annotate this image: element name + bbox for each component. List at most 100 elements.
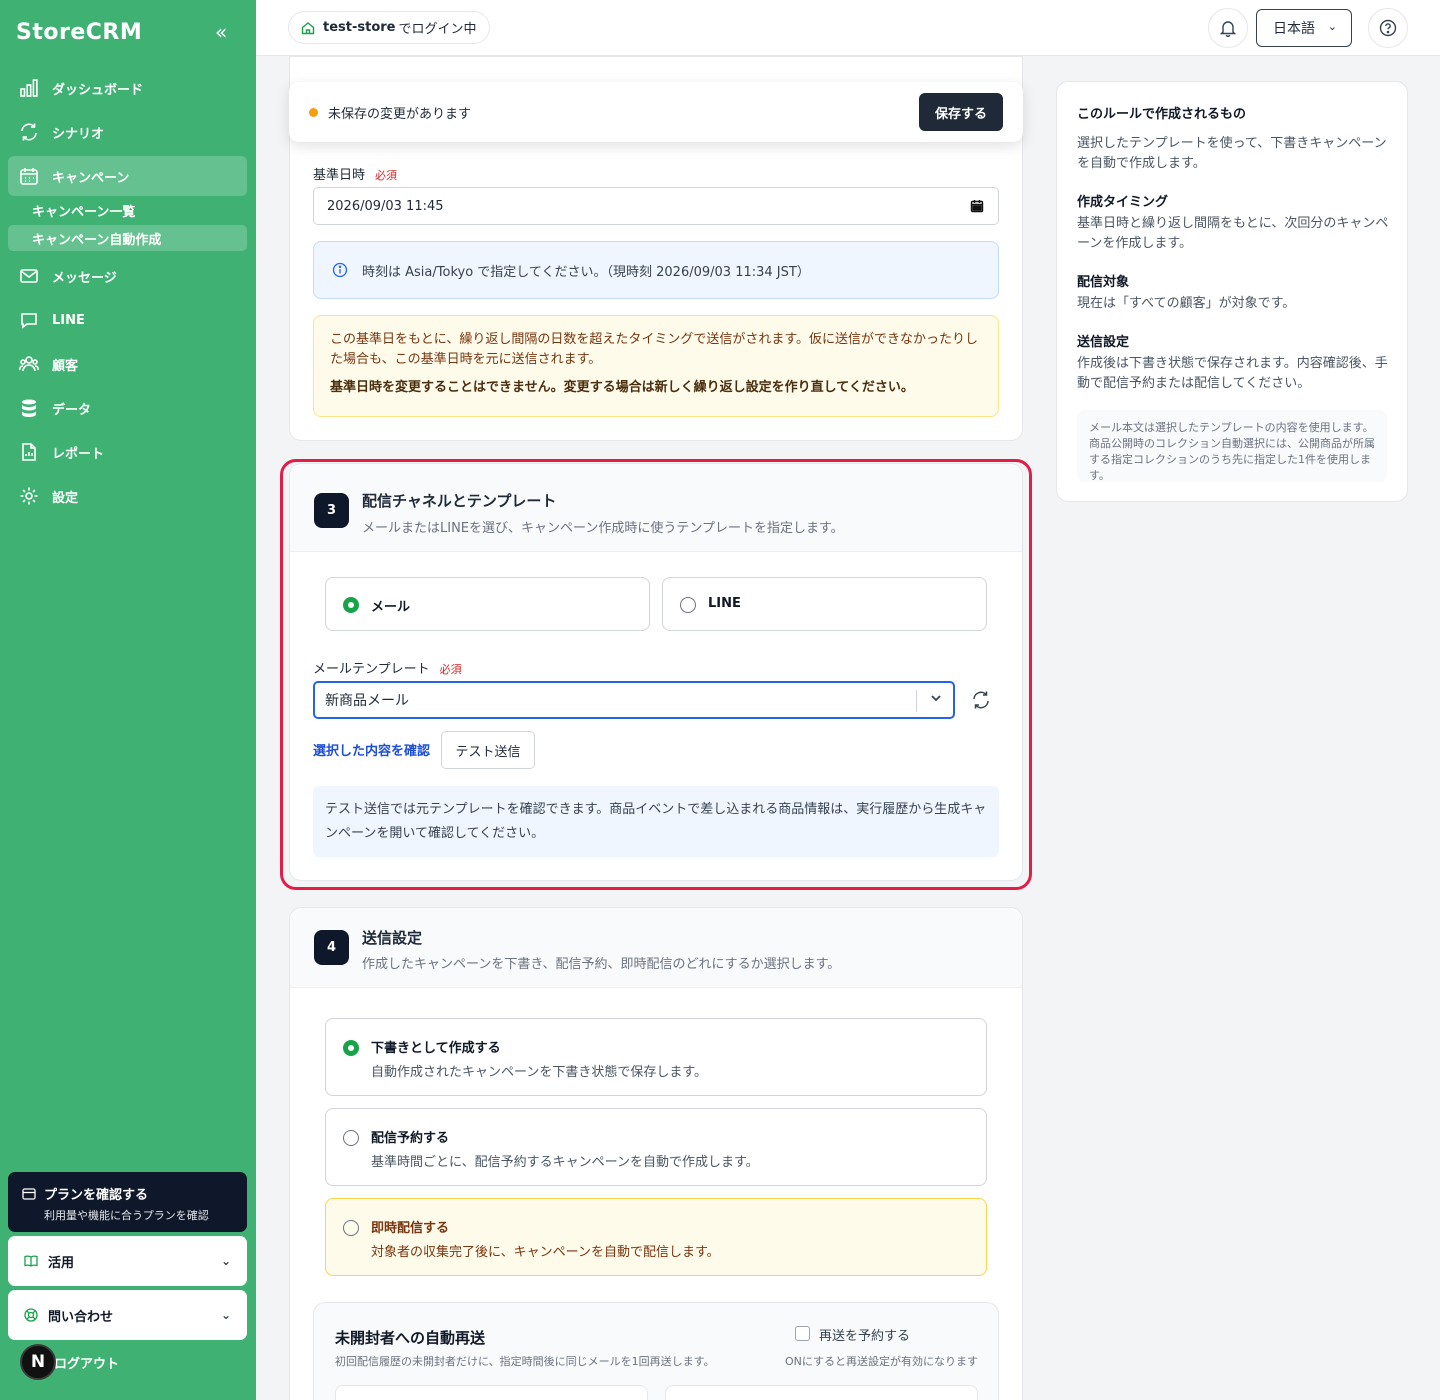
sidebar-item-report[interactable]: レポート: [8, 432, 247, 472]
sidebar-item-customers[interactable]: 顧客: [8, 344, 247, 384]
base-datetime-label-text: 基準日時: [313, 168, 366, 183]
sidebar-item-data[interactable]: データ: [8, 388, 247, 428]
send-option-immediate[interactable]: 即時配信する 対象者の収集完了後に、キャンペーンを自動で配信します。: [325, 1198, 987, 1276]
send-option-desc: 自動作成されたキャンペーンを下書き状態で保存します。: [371, 1065, 708, 1080]
summary-heading: このルールで作成されるもの: [1077, 107, 1247, 122]
template-label-text: メールテンプレート: [313, 662, 430, 677]
test-send-button[interactable]: テスト送信: [441, 731, 535, 769]
chevron-down-icon: ⌄: [1327, 20, 1337, 33]
calendar-icon[interactable]: [970, 199, 984, 213]
base-datetime-label: 基準日時 必須: [313, 164, 397, 183]
plan-title-row: プランを確認する: [22, 1184, 233, 1203]
logout-button[interactable]: N ログアウト: [20, 1344, 119, 1380]
accordion-label: 問い合わせ: [48, 1309, 114, 1325]
logout-label: ログアウト: [54, 1356, 120, 1372]
resend-checkbox-label[interactable]: 再送を予約する: [819, 1325, 910, 1344]
database-icon: [18, 397, 40, 419]
help-icon: [1379, 19, 1397, 37]
book-icon: [24, 1254, 38, 1268]
accordion-usage[interactable]: 活用 ⌄: [8, 1236, 247, 1286]
send-option-desc: 基準時間ごとに、配信予約するキャンペーンを自動で作成します。: [371, 1155, 759, 1170]
plan-title: プランを確認する: [44, 1188, 149, 1203]
summary-block-text: 基準日時と繰り返し間隔をもとに、次回分のキャンペーンを作成します。: [1077, 216, 1389, 251]
sidebar-subitem-campaign-auto[interactable]: キャンペーン自動作成: [8, 225, 247, 251]
sidebar-item-line[interactable]: LINE: [8, 300, 247, 340]
radio-line[interactable]: [680, 597, 696, 613]
confirm-selection-link[interactable]: 選択した内容を確認: [313, 740, 430, 759]
refresh-templates-icon[interactable]: [971, 690, 991, 710]
step-badge: 4: [314, 930, 349, 965]
app-logo[interactable]: StoreCRM: [16, 20, 142, 45]
save-button[interactable]: 保存する: [919, 93, 1003, 131]
chevron-down-icon[interactable]: [929, 691, 943, 708]
sidebar-item-settings[interactable]: 設定: [8, 476, 247, 516]
section-header: 3 配信チャネルとテンプレート メールまたはLINEを選び、キャンペーン作成時に…: [290, 464, 1022, 552]
topbar: test-store でログイン中 日本語 ⌄: [256, 0, 1440, 56]
store-name: test-store: [323, 20, 396, 35]
timezone-info: 時刻は Asia/Tokyo で指定してください。（現時刻 2026/09/03…: [313, 241, 999, 299]
step-badge: 3: [314, 493, 349, 528]
sidebar-item-dashboard[interactable]: ダッシュボード: [8, 68, 247, 108]
section-title: 送信設定: [362, 929, 423, 947]
template-label: メールテンプレート 必須: [313, 658, 462, 677]
template-select-value: 新商品メール: [325, 693, 409, 709]
summary-note: メール本文は選択したテンプレートの内容を使用します。商品公開時のコレクション自動…: [1077, 410, 1387, 482]
resend-checkbox[interactable]: [795, 1326, 810, 1341]
sidebar-item-label: キャンペーン: [52, 170, 130, 186]
sidebar: StoreCRM « ダッシュボード シナリオ キャンペーン キャンペーン一覧 …: [0, 0, 256, 1400]
users-icon: [18, 353, 40, 375]
unsaved-status: 未保存の変更があります: [328, 106, 472, 122]
sidebar-item-campaign[interactable]: キャンペーン: [8, 156, 247, 196]
radio-draft[interactable]: [343, 1040, 359, 1056]
send-option-draft[interactable]: 下書きとして作成する 自動作成されたキャンペーンを下書き状態で保存します。: [325, 1018, 987, 1096]
sidebar-item-message[interactable]: メッセージ: [8, 256, 247, 296]
base-datetime-input[interactable]: 2026/09/03 11:45: [313, 187, 999, 225]
sidebar-item-scenario[interactable]: シナリオ: [8, 112, 247, 152]
summary-block-title: 送信設定: [1077, 335, 1130, 350]
collapse-sidebar-icon[interactable]: «: [215, 22, 227, 42]
radio-immediate[interactable]: [343, 1220, 359, 1236]
sidebar-item-label: 設定: [52, 490, 79, 506]
channel-option-mail[interactable]: メール: [325, 577, 650, 631]
support-icon: [24, 1308, 38, 1322]
sidebar-item-label: レポート: [52, 446, 105, 462]
accordion-contact[interactable]: 問い合わせ ⌄: [8, 1290, 247, 1340]
store-pill[interactable]: test-store でログイン中: [288, 11, 490, 44]
file-icon: [18, 441, 40, 463]
bar-chart-icon: [18, 77, 40, 99]
plan-card[interactable]: プランを確認する 利用量や機能に合うプランを確認: [8, 1172, 247, 1232]
resend-field-placeholder: [665, 1385, 978, 1400]
send-option-title: 下書きとして作成する: [371, 1041, 501, 1056]
test-send-note: テスト送信では元テンプレートを確認できます。商品イベントで差し込まれる商品情報は…: [313, 786, 999, 857]
sidebar-item-label: ダッシュボード: [52, 82, 144, 98]
store-suffix: でログイン中: [398, 22, 477, 37]
resend-field-placeholder: [335, 1385, 648, 1400]
help-button[interactable]: [1368, 8, 1408, 48]
accordion-label: 活用: [48, 1255, 75, 1271]
template-select[interactable]: 新商品メール: [313, 681, 955, 719]
avatar[interactable]: N: [20, 1344, 56, 1380]
resend-checkbox-hint: ONにすると再送設定が有効になります: [785, 1355, 978, 1368]
channel-label: メール: [371, 600, 411, 615]
channel-option-line[interactable]: LINE: [662, 577, 987, 631]
radio-mail[interactable]: [343, 597, 359, 613]
summary-block-title: 作成タイミング: [1077, 195, 1169, 210]
language-select[interactable]: 日本語 ⌄: [1256, 9, 1352, 47]
section-title: 配信チャネルとテンプレート: [362, 492, 557, 510]
radio-schedule[interactable]: [343, 1130, 359, 1146]
section-header: 4 送信設定 作成したキャンペーンを下書き、配信予約、即時配信のどれにするか選択…: [290, 908, 1022, 988]
gear-icon: [18, 485, 40, 507]
warning-text: この基準日をもとに、繰り返し間隔の日数を超えたタイミングで送信がされます。仮に送…: [330, 332, 979, 367]
required-badge: 必須: [439, 663, 462, 676]
chevron-down-icon: ⌄: [220, 1254, 231, 1268]
sidebar-subitem-campaign-list[interactable]: キャンペーン一覧: [8, 197, 247, 223]
summary-intro: 選択したテンプレートを使って、下書きキャンペーンを自動で作成します。: [1077, 136, 1387, 171]
sidebar-item-label: シナリオ: [52, 126, 105, 142]
calendar-icon: [18, 165, 40, 187]
send-option-schedule[interactable]: 配信予約する 基準時間ごとに、配信予約するキャンペーンを自動で作成します。: [325, 1108, 987, 1186]
select-divider: [916, 690, 917, 712]
send-option-title: 即時配信する: [371, 1221, 450, 1236]
bell-icon: [1219, 19, 1237, 37]
notification-button[interactable]: [1208, 8, 1248, 48]
home-icon: [301, 21, 315, 35]
